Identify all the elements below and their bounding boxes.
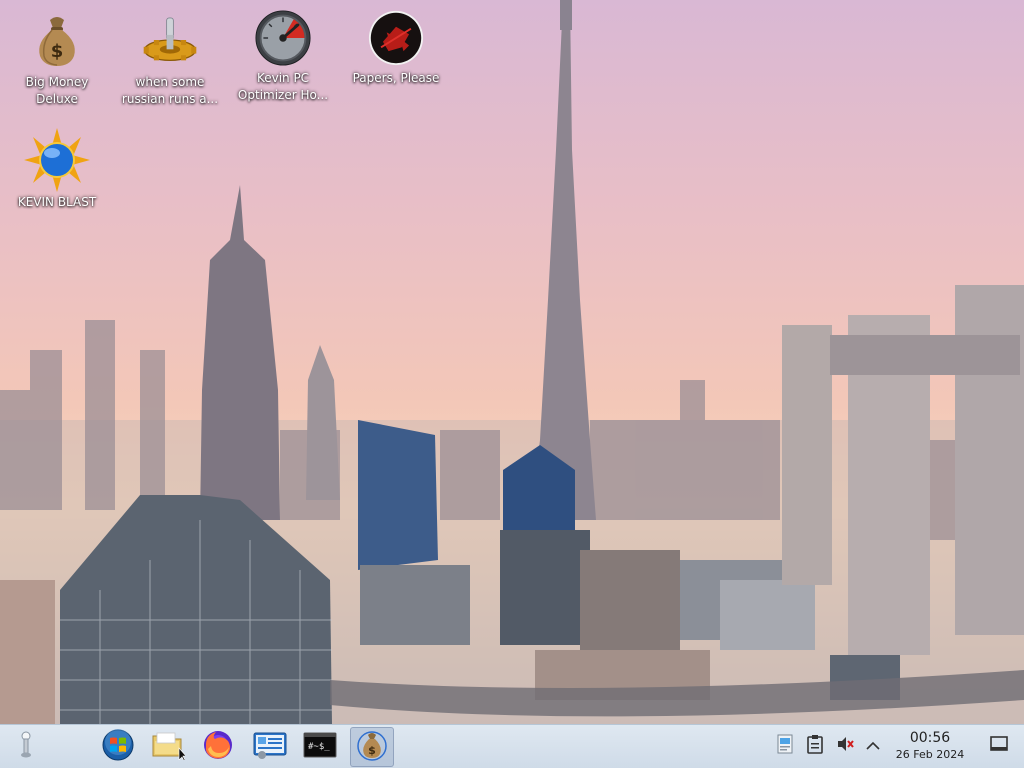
desktop-icon-label: KEVIN BLAST <box>17 195 97 209</box>
desktop-icon-russian[interactable]: when some russian runs a... <box>115 12 225 108</box>
desktop-icon-big-money-deluxe[interactable]: $ Big Money Deluxe <box>2 12 112 108</box>
desktop-icon-kevin-blast[interactable]: KEVIN BLAST <box>2 128 112 211</box>
system-settings-icon <box>253 731 287 763</box>
start-menu-button[interactable] <box>96 727 140 767</box>
show-desktop-icon <box>990 736 1008 756</box>
show-desktop-button[interactable] <box>988 735 1010 757</box>
terminal-button[interactable]: #~$_ <box>298 727 342 767</box>
volume-muted-icon <box>835 734 855 758</box>
application-launcher-icon <box>19 731 33 763</box>
terminal-icon: #~$_ <box>303 732 337 762</box>
file-manager-icon <box>151 730 187 764</box>
papers-please-icon <box>368 8 424 68</box>
updates-icon <box>775 733 795 759</box>
svg-text:$: $ <box>51 41 64 62</box>
updates-tray-button[interactable] <box>774 733 796 759</box>
clock-date: 26 Feb 2024 <box>895 748 965 761</box>
taskbar: #~$_ $ 00:56 26 Feb 2024 <box>0 724 1024 768</box>
sun-globe-icon <box>24 128 90 192</box>
windows-start-icon <box>102 729 134 765</box>
svg-text:$: $ <box>368 744 376 757</box>
svg-text:#~$_: #~$_ <box>308 742 330 752</box>
chevron-up-icon <box>865 737 881 756</box>
gear-icon <box>142 12 198 68</box>
desktop-icon-label: Big Money Deluxe <box>25 75 89 106</box>
desktop[interactable]: $ Big Money Deluxe when some russian run… <box>0 0 1024 724</box>
big-money-taskbar-button[interactable]: $ <box>350 727 394 767</box>
desktop-icon-label: when some russian runs a... <box>121 75 219 106</box>
desktop-icon-label: Papers, Please <box>352 71 440 85</box>
wallpaper-skyline <box>0 0 1024 724</box>
application-launcher-button[interactable] <box>4 727 48 767</box>
firefox-button[interactable] <box>196 727 240 767</box>
file-manager-button[interactable] <box>146 727 190 767</box>
clock-time: 00:56 <box>909 730 951 746</box>
money-bag-icon: $ <box>29 12 85 68</box>
clipboard-tray-button[interactable] <box>804 735 826 757</box>
desktop-icon-label: Kevin PC Optimizer Ho... <box>237 71 329 102</box>
firefox-icon <box>202 729 234 765</box>
desktop-icon-papers-please[interactable]: Papers, Please <box>341 8 451 87</box>
gauge-icon <box>255 8 311 68</box>
volume-tray-button[interactable] <box>834 735 856 757</box>
clipboard-icon <box>806 734 824 758</box>
money-bag-icon: $ <box>357 729 387 765</box>
system-settings-button[interactable] <box>248 727 292 767</box>
clock[interactable]: 00:56 26 Feb 2024 <box>880 729 980 762</box>
desktop-icon-kevin-pc-optimizer[interactable]: Kevin PC Optimizer Ho... <box>228 8 338 104</box>
